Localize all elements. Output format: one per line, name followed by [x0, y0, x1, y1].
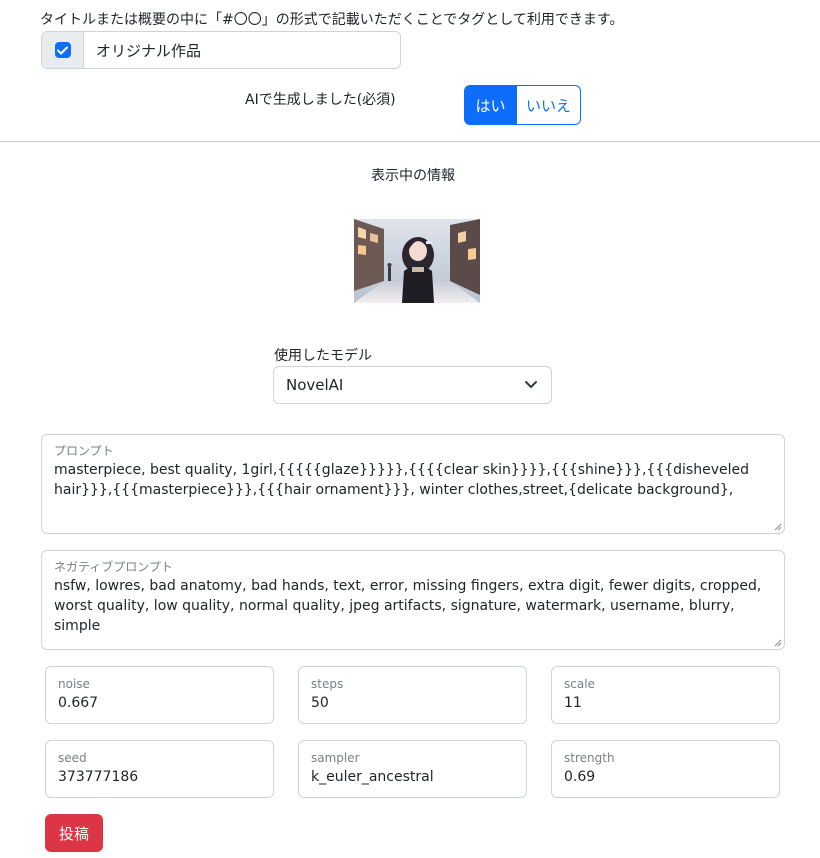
image-thumbnail[interactable] [354, 219, 480, 303]
strength-field[interactable]: strength 0.69 [551, 740, 780, 798]
noise-label: noise [58, 677, 90, 691]
scale-value: 11 [564, 695, 582, 711]
prompt-textarea[interactable]: プロンプト masterpiece, best quality, 1girl,{… [41, 434, 785, 534]
tag-hint-text: タイトルまたは概要の中に「#〇〇」の形式で記載いただくことでタグとして利用できま… [40, 12, 624, 28]
section-divider [0, 141, 820, 142]
sampler-field[interactable]: sampler k_euler_ancestral [298, 740, 527, 798]
model-select[interactable]: NovelAI [273, 366, 552, 404]
strength-value: 0.69 [564, 769, 596, 785]
model-label: 使用したモデル [274, 348, 372, 364]
ai-generated-toggle: はい いいえ [464, 85, 581, 125]
submit-button[interactable]: 投稿 [45, 814, 103, 852]
original-work-label: オリジナル作品 [96, 41, 202, 60]
chevron-down-icon [525, 381, 537, 388]
sampler-label: sampler [311, 751, 360, 765]
ai-yes-button[interactable]: はい [464, 85, 517, 125]
original-work-checkbox[interactable] [54, 42, 71, 58]
prompt-value: masterpiece, best quality, 1girl,{{{{{gl… [54, 462, 749, 498]
scale-label: scale [564, 677, 595, 691]
resize-handle-icon[interactable] [773, 522, 782, 531]
sampler-value: k_euler_ancestral [311, 769, 434, 785]
model-select-value: NovelAI [286, 376, 344, 394]
negative-prompt-label: ネガティブプロンプト [54, 560, 173, 574]
scale-field[interactable]: scale 11 [551, 666, 780, 724]
noise-value: 0.667 [58, 695, 99, 711]
original-work-checkbox-addon[interactable] [42, 32, 84, 68]
strength-label: strength [564, 751, 615, 765]
resize-handle-icon[interactable] [773, 638, 782, 647]
seed-label: seed [58, 751, 87, 765]
steps-value: 50 [311, 695, 329, 711]
negative-prompt-value: nsfw, lowres, bad anatomy, bad hands, te… [54, 578, 762, 634]
checkmark-icon [57, 46, 68, 54]
ai-generated-label: AIで生成しました(必須) [245, 92, 396, 108]
steps-field[interactable]: steps 50 [298, 666, 527, 724]
ai-no-button[interactable]: いいえ [517, 85, 581, 125]
prompt-label: プロンプト [54, 444, 114, 458]
steps-label: steps [311, 677, 344, 691]
seed-field[interactable]: seed 373777186 [45, 740, 274, 798]
seed-value: 373777186 [58, 769, 139, 785]
negative-prompt-textarea[interactable]: ネガティブプロンプト nsfw, lowres, bad anatomy, ba… [41, 550, 785, 650]
original-work-group: オリジナル作品 [41, 31, 401, 69]
info-title: 表示中の情報 [371, 168, 455, 184]
noise-field[interactable]: noise 0.667 [45, 666, 274, 724]
